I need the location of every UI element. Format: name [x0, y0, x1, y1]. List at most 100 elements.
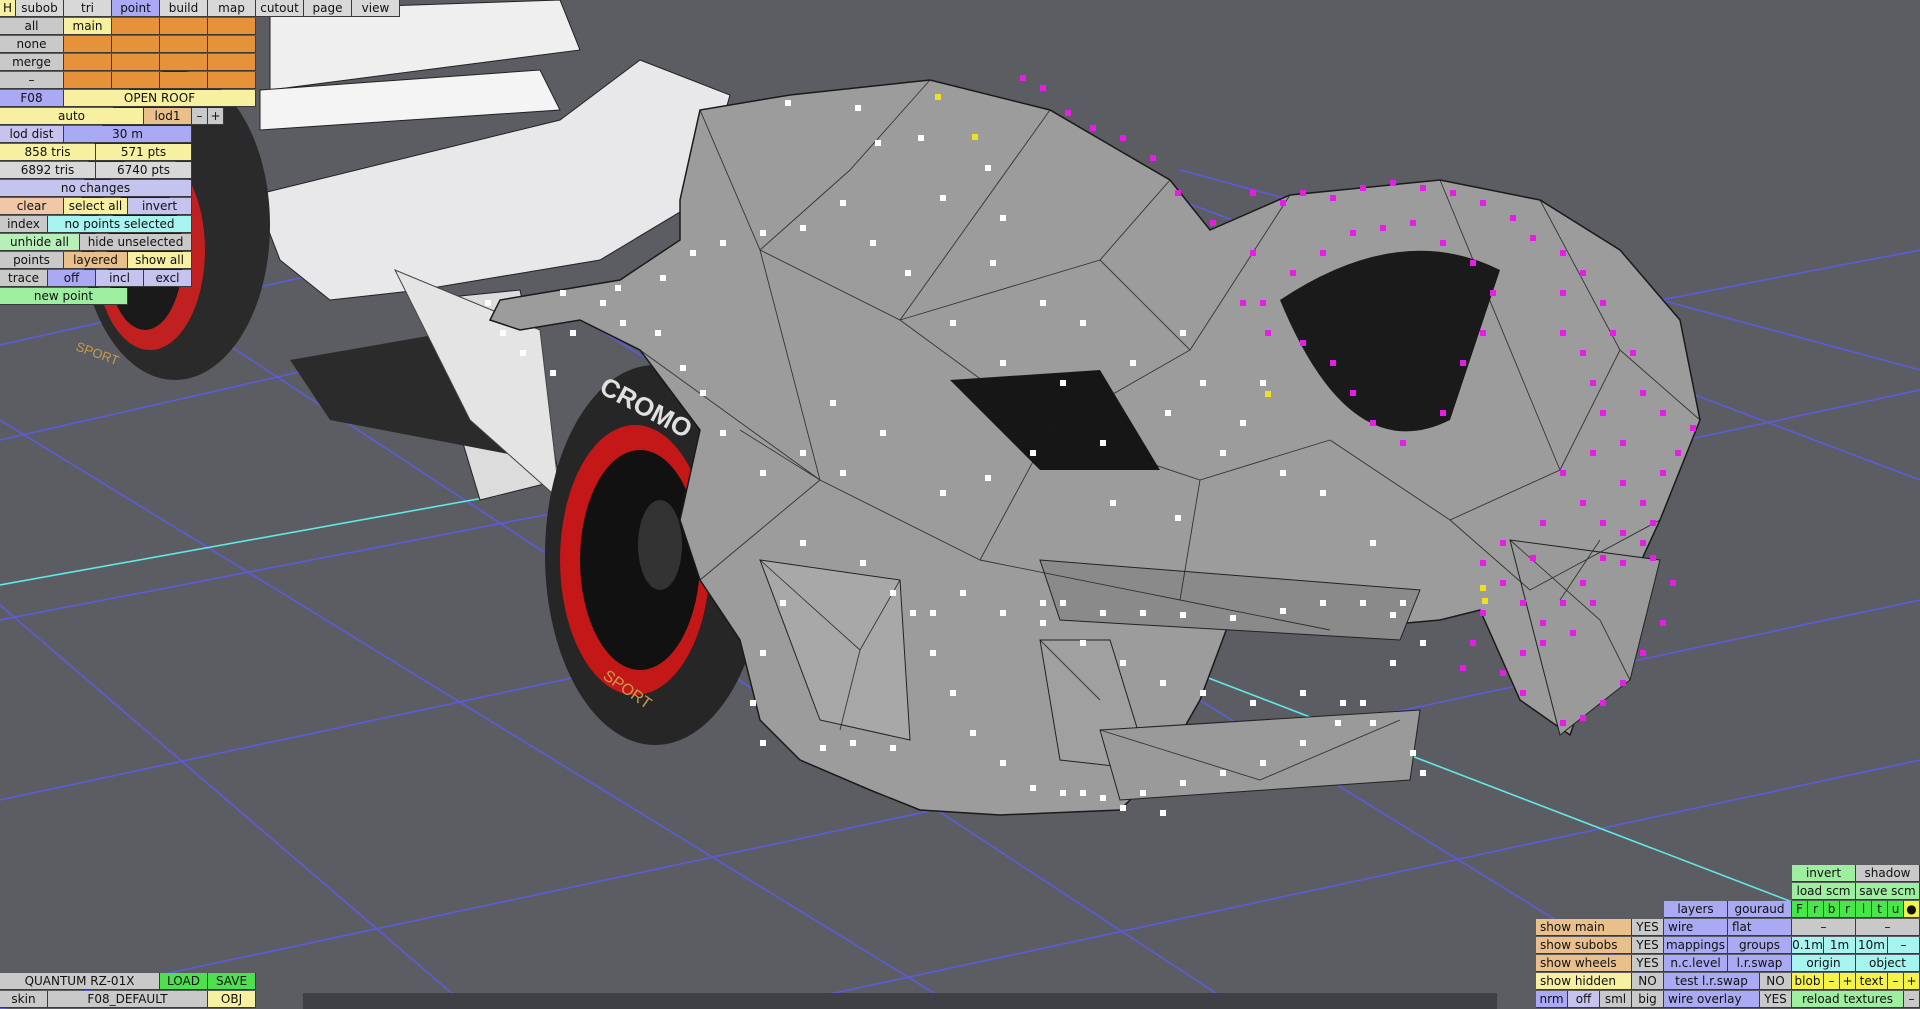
layered-toggle[interactable]: layered: [64, 252, 128, 269]
gouraud-button[interactable]: gouraud: [1728, 901, 1792, 918]
unhide-all-button[interactable]: unhide all: [0, 234, 80, 251]
invert-selection-button[interactable]: invert: [128, 198, 192, 215]
groups-button[interactable]: groups: [1728, 937, 1792, 954]
tab-tri[interactable]: tri: [64, 0, 112, 17]
show-all-button[interactable]: show all: [128, 252, 192, 269]
tab-subob[interactable]: subob: [16, 0, 64, 17]
test-lr-swap-value[interactable]: NO: [1760, 973, 1792, 990]
lr-swap-button[interactable]: l.r.swap: [1728, 955, 1792, 972]
hide-unselected-button[interactable]: hide unselected: [80, 234, 192, 251]
object-button[interactable]: object: [1856, 955, 1920, 972]
wire-overlay-button[interactable]: wire overlay: [1664, 991, 1760, 1008]
layer-toggle-r[interactable]: r: [1808, 901, 1824, 918]
clear-button[interactable]: clear: [0, 198, 64, 215]
text-minus-button[interactable]: –: [1888, 973, 1904, 990]
menu-h[interactable]: H: [0, 0, 16, 17]
reload-minus-button[interactable]: –: [1904, 991, 1920, 1008]
grid-minus-button[interactable]: –: [1792, 919, 1856, 936]
subob-main[interactable]: main: [64, 18, 112, 35]
layer-toggle-r2[interactable]: r: [1840, 901, 1856, 918]
lod-minus-button[interactable]: –: [192, 108, 208, 125]
show-main-toggle[interactable]: show main: [1536, 919, 1632, 936]
tab-cutout[interactable]: cutout: [256, 0, 304, 17]
dot-icon[interactable]: ●: [1904, 901, 1920, 918]
subob-slot[interactable]: [160, 72, 208, 89]
tab-point[interactable]: point: [112, 0, 160, 17]
wire-button[interactable]: wire: [1664, 919, 1728, 936]
layer-toggle-f[interactable]: F: [1792, 901, 1808, 918]
subob-slot[interactable]: [208, 72, 256, 89]
lod1-button[interactable]: lod1: [144, 108, 192, 125]
obj-button[interactable]: OBJ: [208, 991, 256, 1008]
subob-none-button[interactable]: none: [0, 36, 64, 53]
subob-all-button[interactable]: all: [0, 18, 64, 35]
points-button[interactable]: points: [0, 252, 64, 269]
tab-build[interactable]: build: [160, 0, 208, 17]
save-scm-button[interactable]: save scm: [1856, 883, 1920, 900]
flat-button[interactable]: flat: [1728, 919, 1792, 936]
layers-button[interactable]: layers: [1664, 901, 1728, 918]
show-wheels-toggle[interactable]: show wheels: [1536, 955, 1632, 972]
normals-button[interactable]: nrm: [1536, 991, 1568, 1008]
show-subobs-value[interactable]: YES: [1632, 937, 1664, 954]
subob-slot[interactable]: [160, 54, 208, 71]
layer-toggle-b[interactable]: b: [1824, 901, 1840, 918]
horizontal-scrollbar[interactable]: [303, 993, 1497, 1009]
lod-plus-button[interactable]: +: [208, 108, 224, 125]
layer-toggle-u[interactable]: u: [1888, 901, 1904, 918]
grid-0-1m-button[interactable]: 0.1m: [1792, 937, 1824, 954]
subob-slot[interactable]: [64, 36, 112, 53]
wire-overlay-value[interactable]: YES: [1760, 991, 1792, 1008]
blob-plus-button[interactable]: +: [1840, 973, 1856, 990]
subob-slot[interactable]: [112, 72, 160, 89]
grid-1m-button[interactable]: 1m: [1824, 937, 1856, 954]
tab-page[interactable]: page: [304, 0, 352, 17]
subob-slot[interactable]: [208, 36, 256, 53]
index-button[interactable]: index: [0, 216, 48, 233]
subob-slot[interactable]: [208, 18, 256, 35]
show-hidden-toggle[interactable]: show hidden: [1536, 973, 1632, 990]
trace-off-toggle[interactable]: off: [48, 270, 96, 287]
layer-toggle-l[interactable]: l: [1856, 901, 1872, 918]
trace-button[interactable]: trace: [0, 270, 48, 287]
subob-slot[interactable]: [112, 54, 160, 71]
load-scm-button[interactable]: load scm: [1792, 883, 1856, 900]
save-button[interactable]: SAVE: [208, 973, 256, 990]
subob-slot[interactable]: [160, 36, 208, 53]
lod-auto-button[interactable]: auto: [0, 108, 144, 125]
subob-slot[interactable]: [112, 18, 160, 35]
show-main-value[interactable]: YES: [1632, 919, 1664, 936]
trace-incl-toggle[interactable]: incl: [96, 270, 144, 287]
subob-slot[interactable]: [64, 72, 112, 89]
blob-button[interactable]: blob: [1792, 973, 1824, 990]
show-wheels-value[interactable]: YES: [1632, 955, 1664, 972]
invert-button[interactable]: invert: [1792, 865, 1856, 882]
select-all-button[interactable]: select all: [64, 198, 128, 215]
normals-small-button[interactable]: sml: [1600, 991, 1632, 1008]
load-button[interactable]: LOAD: [160, 973, 208, 990]
blob-minus-button[interactable]: –: [1824, 973, 1840, 990]
subob-minus-button[interactable]: –: [0, 72, 64, 89]
normals-off-button[interactable]: off: [1568, 991, 1600, 1008]
text-plus-button[interactable]: +: [1904, 973, 1920, 990]
skin-value[interactable]: F08_DEFAULT: [48, 991, 208, 1008]
trace-excl-toggle[interactable]: excl: [144, 270, 192, 287]
new-point-button[interactable]: new point: [0, 288, 128, 305]
origin-button[interactable]: origin: [1792, 955, 1856, 972]
show-subobs-toggle[interactable]: show subobs: [1536, 937, 1632, 954]
lod-dist-value[interactable]: 30 m: [64, 126, 192, 143]
tab-view[interactable]: view: [352, 0, 400, 17]
layer-open-roof[interactable]: OPEN ROOF: [64, 90, 256, 107]
grid-10m-button[interactable]: 10m: [1856, 937, 1888, 954]
reload-textures-button[interactable]: reload textures: [1792, 991, 1904, 1008]
subob-slot[interactable]: [160, 18, 208, 35]
test-lr-swap-button[interactable]: test l.r.swap: [1664, 973, 1760, 990]
subob-slot[interactable]: [64, 54, 112, 71]
tab-map[interactable]: map: [208, 0, 256, 17]
shadow-button[interactable]: shadow: [1856, 865, 1920, 882]
text-button[interactable]: text: [1856, 973, 1888, 990]
grid-off-button[interactable]: –: [1888, 937, 1920, 954]
layer-f08[interactable]: F08: [0, 90, 64, 107]
nc-level-button[interactable]: n.c.level: [1664, 955, 1728, 972]
normals-big-button[interactable]: big: [1632, 991, 1664, 1008]
